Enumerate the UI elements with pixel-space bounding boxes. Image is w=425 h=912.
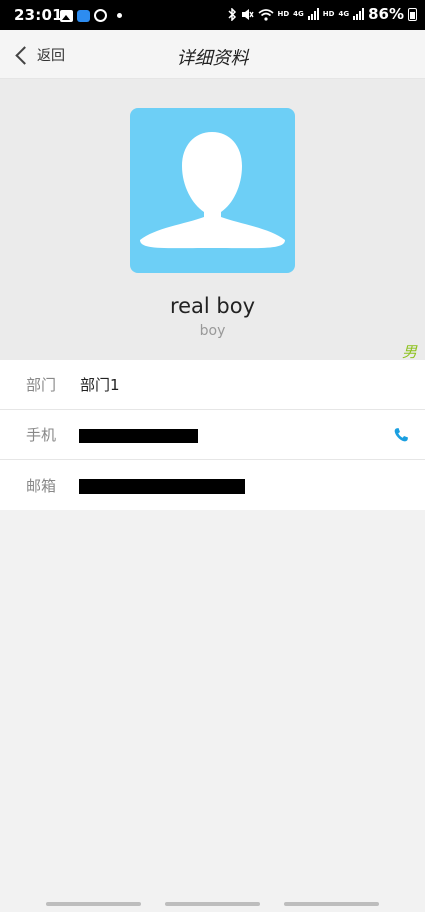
network-type-2: 4G [338, 9, 350, 18]
signal-icon-2 [353, 8, 365, 20]
default-avatar-icon [140, 132, 285, 249]
notification-icons [60, 9, 122, 22]
email-value-redacted [79, 479, 245, 494]
info-list: 部门 部门1 手机 邮箱 [0, 360, 425, 510]
status-time: 23:01 [14, 6, 63, 24]
phone-label: 手机 [26, 426, 57, 444]
system-icons: HD 4G HD 4G 86% [227, 5, 417, 23]
nav-back[interactable] [284, 902, 379, 906]
system-nav-bar [0, 900, 425, 912]
phone-value-redacted [79, 429, 198, 443]
profile-header: real boy boy 男 [0, 79, 425, 361]
hd-badge-1: HD [277, 9, 290, 18]
signal-icon [307, 8, 319, 20]
hd-badge-2: HD [322, 9, 335, 18]
battery-icon [408, 7, 417, 21]
title-bar: 返回 详细资料 [0, 30, 425, 79]
nav-recents[interactable] [46, 902, 141, 906]
email-row[interactable]: 邮箱 [0, 460, 425, 510]
phone-icon[interactable] [393, 427, 409, 443]
battery-percent: 86% [368, 5, 404, 23]
nav-home[interactable] [165, 902, 260, 906]
bluetooth-icon [227, 7, 236, 21]
status-bar: 23:01 HD 4G HD 4G 86% [0, 0, 425, 30]
page-title: 详细资料 [176, 48, 249, 69]
dot-icon [117, 13, 122, 18]
wifi-icon [257, 8, 274, 21]
department-row: 部门 部门1 [0, 360, 425, 410]
app-icon [77, 9, 90, 22]
department-label: 部门 [26, 376, 57, 394]
department-value: 部门1 [80, 376, 120, 394]
username: boy [199, 323, 226, 339]
mute-icon [241, 8, 254, 20]
display-name: real boy [169, 294, 256, 318]
image-icon [60, 9, 73, 22]
email-label: 邮箱 [26, 476, 57, 495]
gender-badge: 男 [401, 343, 417, 361]
sync-icon [94, 9, 107, 22]
phone-row[interactable]: 手机 [0, 410, 425, 460]
avatar[interactable] [130, 108, 295, 273]
network-type-1: 4G [293, 9, 304, 18]
